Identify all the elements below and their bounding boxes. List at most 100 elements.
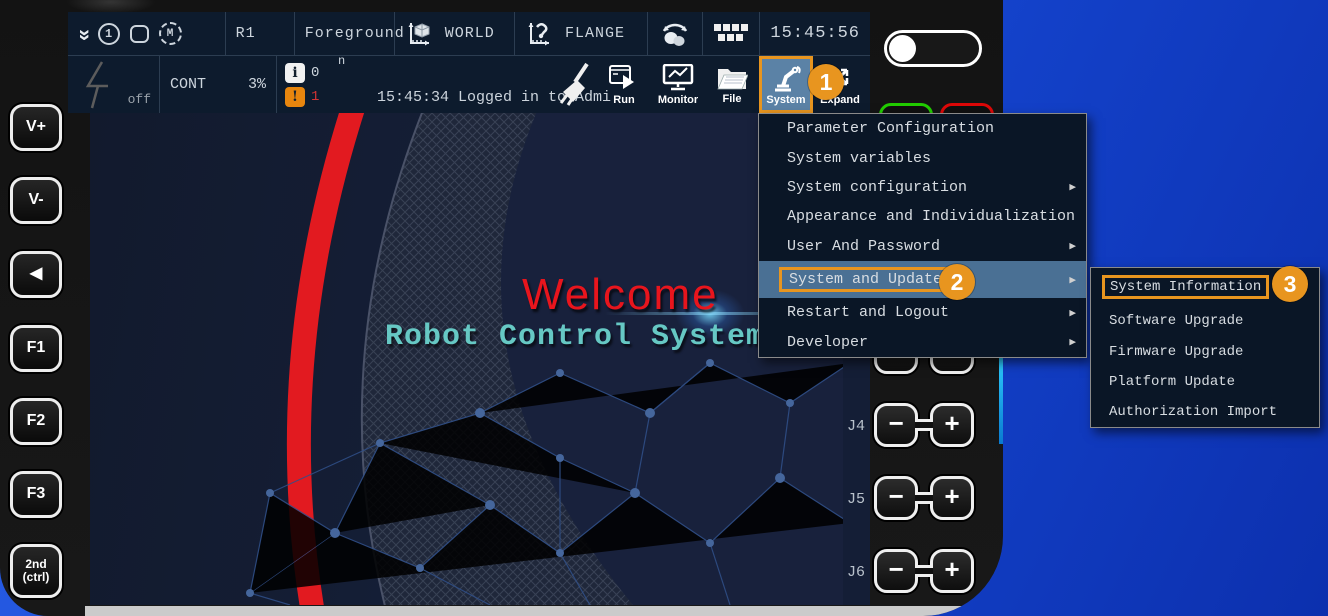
menu-item-developer[interactable]: Developer ▶ (759, 328, 1086, 357)
warn-glyph: ! (291, 89, 299, 105)
toolbar-action-row: off CONT 3% i 0 ! 1 n 15:45:34 Logged in… (68, 54, 870, 113)
manual-mode-letter: M (166, 27, 174, 40)
jog-link (915, 492, 933, 504)
system-label: System (766, 93, 806, 106)
submenu-item-platform-update[interactable]: Platform Update (1091, 367, 1319, 397)
vminus-key[interactable]: V- (10, 177, 62, 224)
step-number: 3 (1283, 270, 1297, 297)
tutorial-step-3-badge: 3 (1272, 266, 1308, 302)
menu-item-restart-and-logout[interactable]: Restart and Logout ▶ (759, 298, 1086, 327)
joystick-icon (662, 23, 688, 46)
key-sublabel: (ctrl) (22, 570, 50, 584)
drive-power-cell[interactable]: off (68, 56, 160, 113)
clock-cell: 15:45:56 (760, 12, 870, 55)
file-button[interactable]: File (705, 56, 759, 113)
run-icon (609, 64, 634, 89)
submenu-arrow-icon: ▶ (1069, 182, 1076, 195)
key-label: F2 (26, 412, 46, 430)
submenu-item-software-upgrade[interactable]: Software Upgrade (1091, 306, 1319, 336)
tutorial-highlight-box: System Information (1102, 275, 1270, 300)
f3-key[interactable]: F3 (10, 471, 62, 518)
robot-name: R1 (235, 25, 256, 42)
menu-item-system-configuration[interactable]: System configuration ▶ (759, 173, 1086, 202)
flange-coord-cell[interactable]: FLANGE (515, 12, 649, 55)
system-dropdown-menu: Parameter Configuration System variables… (758, 113, 1087, 358)
world-coord-label: WORLD (444, 25, 495, 42)
system-button[interactable]: System (759, 56, 813, 113)
minus-glyph: − (888, 556, 904, 586)
menu-item-system-and-update[interactable]: System and Update ▶ (759, 260, 1086, 299)
info-badge-icon: i (285, 63, 305, 83)
jog-j4-plus-button[interactable]: + (930, 403, 974, 447)
submenu-item-label: System Information (1110, 279, 1262, 296)
plus-glyph: + (944, 410, 960, 440)
message-status-cell[interactable]: i 0 ! 1 n 15:45:34 Logged in to Admi (277, 54, 611, 113)
menu-item-label: Appearance and Individualization (787, 208, 1076, 226)
collapse-chevrons-icon[interactable]: » (71, 29, 94, 39)
robot-cell[interactable]: R1 (226, 12, 295, 55)
minus-glyph: − (888, 410, 904, 440)
enable-toggle[interactable] (884, 30, 982, 67)
jog-j4-minus-button[interactable]: − (874, 403, 918, 447)
step-mode-number: 1 (105, 26, 113, 41)
run-mode-label: CONT (170, 76, 207, 93)
system-icon (775, 65, 801, 91)
tutorial-step-1-badge: 1 (808, 64, 844, 100)
key-label: V- (28, 191, 44, 209)
jog-j6-plus-button[interactable]: + (930, 549, 974, 593)
menu-item-label: Developer (787, 333, 869, 351)
submenu-item-label: Platform Update (1109, 373, 1236, 390)
menu-item-label: Parameter Configuration (787, 120, 995, 138)
plus-glyph: + (944, 556, 960, 586)
menu-item-user-and-password[interactable]: User And Password ▶ (759, 232, 1086, 261)
menu-item-parameter-configuration[interactable]: Parameter Configuration (759, 114, 1086, 143)
submenu-item-authorization-import[interactable]: Authorization Import (1091, 397, 1319, 427)
jog-j6-minus-button[interactable]: − (874, 549, 918, 593)
key-label: F1 (26, 339, 46, 357)
step-mode-icon[interactable]: 1 (97, 22, 120, 45)
back-arrow-icon: ◀ (29, 265, 43, 283)
menu-item-system-variables[interactable]: System variables (759, 143, 1086, 172)
menu-item-label: System and Update (789, 271, 943, 289)
task-state-cell[interactable]: Foreground (295, 12, 404, 55)
menu-item-appearance[interactable]: Appearance and Individualization (759, 202, 1086, 231)
monitor-button[interactable]: Monitor (651, 56, 705, 113)
menu-item-label: Restart and Logout (787, 304, 950, 322)
file-icon (717, 68, 748, 89)
warning-count: 1 (311, 89, 320, 105)
jog-axis-label-j4: J4 (847, 418, 866, 435)
manual-mode-icon[interactable]: M (158, 22, 182, 45)
jog-pair-j5: − + (874, 476, 974, 520)
key-label: V+ (25, 118, 46, 136)
submenu-item-label: Authorization Import (1109, 403, 1278, 420)
warning-badge-icon: ! (285, 87, 305, 107)
clear-messages-button[interactable] (557, 62, 591, 111)
info-count: 0 (311, 65, 320, 81)
f2-key[interactable]: F2 (10, 398, 62, 445)
jog-device-cell[interactable] (648, 12, 704, 55)
tutorial-step-2-badge: 2 (939, 264, 975, 300)
override-cell[interactable]: CONT 3% (160, 56, 277, 113)
world-coord-cell[interactable]: WORLD (395, 12, 515, 55)
jog-j5-minus-button[interactable]: − (874, 476, 918, 520)
menu-item-label: System configuration (787, 178, 968, 196)
scroll-artifact-text: n (338, 54, 346, 68)
submenu-arrow-icon: ▶ (1069, 337, 1076, 350)
step-number: 2 (950, 268, 964, 295)
info-glyph: i (292, 65, 298, 81)
minus-glyph: − (888, 483, 904, 513)
drive-off-icon (85, 60, 108, 108)
jog-j5-plus-button[interactable]: + (930, 476, 974, 520)
stop-state-icon[interactable] (129, 24, 149, 43)
second-ctrl-key[interactable]: 2nd (ctrl) (10, 544, 62, 598)
menu-item-label: System variables (787, 149, 932, 167)
keyboard-cell[interactable] (703, 12, 761, 55)
submenu-item-firmware-upgrade[interactable]: Firmware Upgrade (1091, 336, 1319, 366)
broom-icon (559, 62, 589, 106)
vplus-key[interactable]: V+ (10, 104, 62, 151)
f1-key[interactable]: F1 (10, 325, 62, 372)
jog-pair-j4: − + (874, 403, 974, 447)
key-label: F3 (26, 485, 46, 503)
toggle-knob (889, 35, 916, 62)
back-key[interactable]: ◀ (10, 251, 62, 298)
